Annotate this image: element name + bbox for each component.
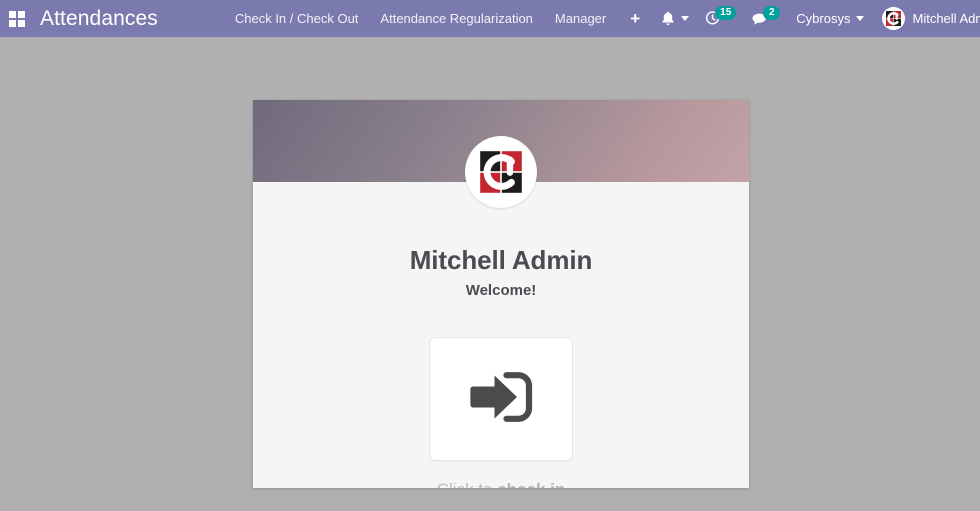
company-name-label: Cybrosys [796, 11, 851, 26]
card-body: Mitchell Admin Welcome! Click to check i… [253, 182, 749, 488]
cybrosys-logo-icon [469, 140, 533, 204]
check-in-caption-action: check in [497, 480, 565, 488]
check-in-caption-prefix: Click to [437, 480, 497, 488]
chevron-down-icon [856, 16, 865, 21]
navbar-systray: 15 2 Cybrosys Mitchell Ad [653, 0, 980, 37]
page-content: Mitchell Admin Welcome! Click to check i… [0, 37, 980, 511]
check-in-button[interactable] [429, 337, 573, 461]
avatar [465, 136, 537, 208]
user-name-label: Mitchell Admin [912, 11, 980, 26]
user-menu[interactable]: Mitchell Admin [876, 0, 980, 37]
menu-attendance-regularization[interactable]: Attendance Regularization [369, 0, 544, 37]
activities-count-badge: 15 [715, 5, 737, 20]
navbar-left-section: Attendances Check In / Check Out Attenda… [0, 0, 653, 37]
chevron-down-icon [681, 16, 690, 21]
notifications-button[interactable] [653, 0, 697, 37]
apps-grid-icon [9, 10, 25, 27]
check-in-caption: Click to check in [253, 480, 749, 488]
messages-count-badge: 2 [763, 5, 781, 20]
apps-menu-button[interactable] [0, 0, 34, 37]
activities-button[interactable]: 15 [697, 0, 744, 37]
app-brand-title[interactable]: Attendances [34, 0, 164, 37]
page-title: Mitchell Admin [409, 245, 593, 275]
cybrosys-logo-icon [882, 7, 906, 30]
attendance-kiosk-card: Mitchell Admin Welcome! Click to check i… [253, 100, 749, 488]
card-header-banner [253, 100, 749, 208]
bell-icon [661, 11, 675, 27]
welcome-text: Welcome! [465, 282, 537, 299]
menu-check-in-check-out[interactable]: Check In / Check Out [224, 0, 370, 37]
messages-button[interactable]: 2 [744, 0, 788, 37]
navbar-menu: Check In / Check Out Attendance Regulari… [224, 0, 653, 37]
company-switcher[interactable]: Cybrosys [788, 0, 872, 37]
add-new-button[interactable]: + [617, 0, 653, 37]
menu-manager[interactable]: Manager [544, 0, 617, 37]
top-navbar: Attendances Check In / Check Out Attenda… [0, 0, 980, 37]
sign-in-arrow-icon [461, 361, 541, 438]
